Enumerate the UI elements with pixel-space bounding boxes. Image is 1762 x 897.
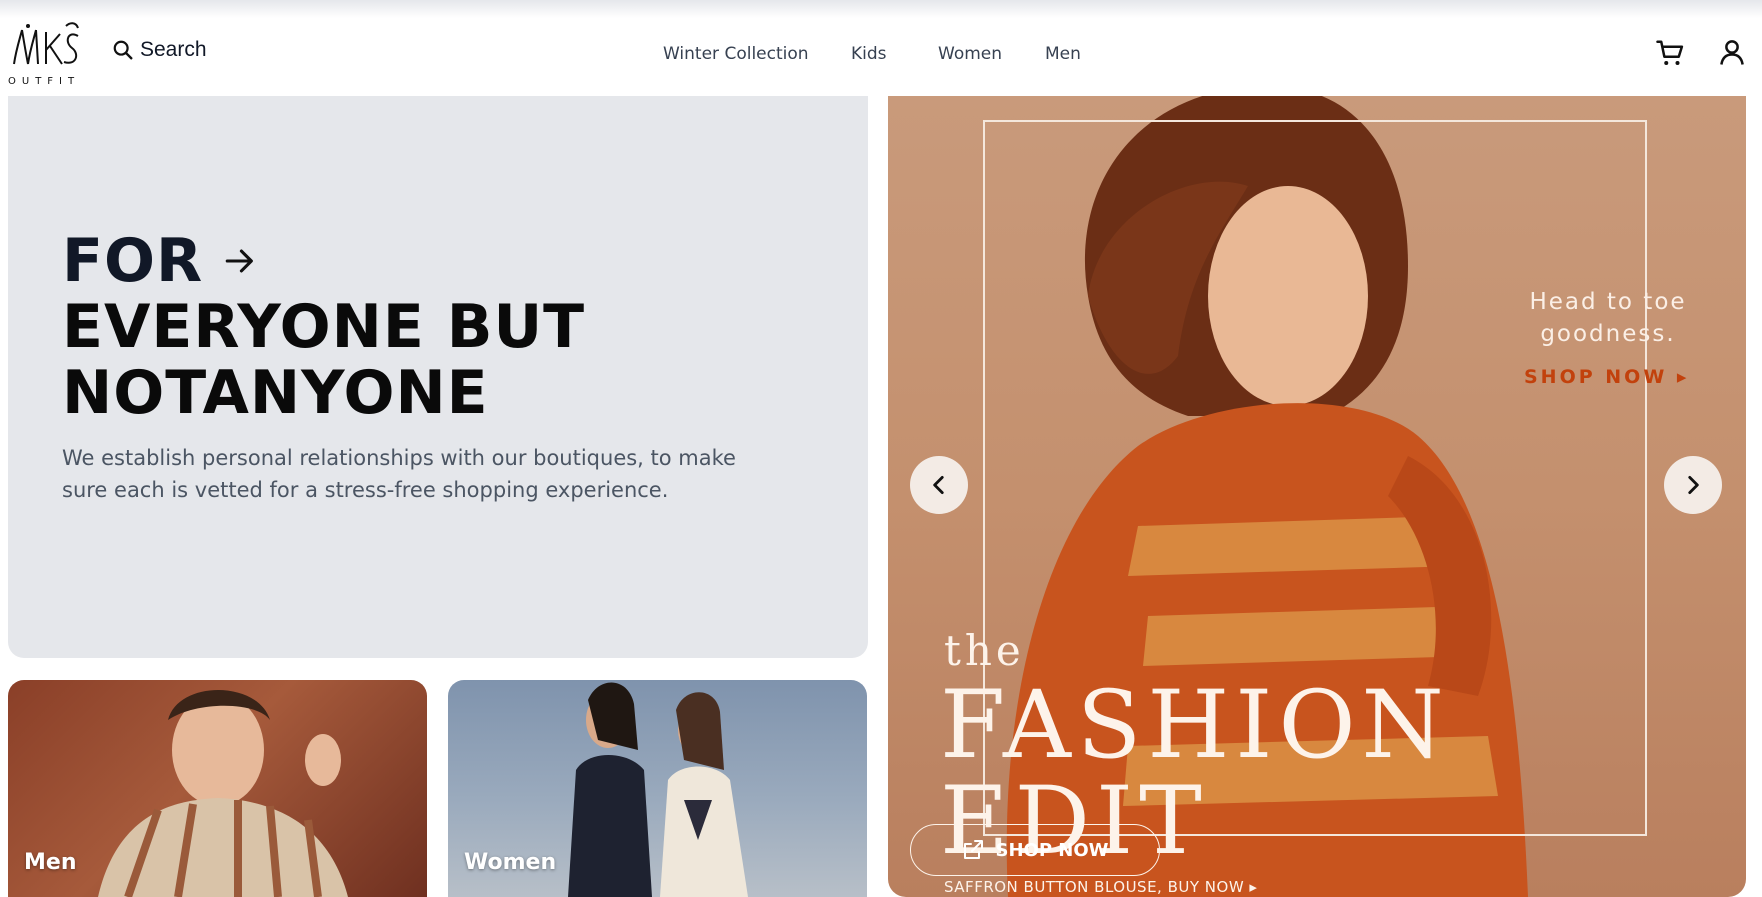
chevron-left-icon	[933, 476, 944, 494]
user-icon[interactable]	[1717, 37, 1747, 67]
card-label-men: Men	[24, 850, 77, 875]
carousel-next-button[interactable]	[1664, 456, 1722, 514]
card-label-women: Women	[464, 850, 557, 875]
site-header: OUTFIT Search Winter Collection Kids Wom…	[0, 18, 1762, 96]
nav-men[interactable]: Men	[1045, 44, 1081, 64]
cart-icon[interactable]	[1655, 38, 1685, 68]
nav-winter-collection[interactable]: Winter Collection	[663, 44, 809, 64]
chevron-right-icon	[1688, 476, 1699, 494]
promo-line-1: Head to toe	[1529, 289, 1687, 315]
hero-line-3: NOTANYONE	[62, 358, 489, 428]
carousel-prev-button[interactable]	[910, 456, 968, 514]
category-card-men[interactable]: Men	[8, 680, 427, 897]
promo-line-2: goodness.	[1540, 321, 1676, 347]
top-shade	[0, 0, 1762, 18]
hero-line-1: FOR	[62, 226, 204, 296]
logo-subtitle: OUTFIT	[8, 76, 81, 87]
shop-now-label: SHOP NOW	[995, 839, 1109, 861]
nav-kids[interactable]: Kids	[851, 44, 887, 64]
main-nav: Winter Collection Kids Women Men	[0, 44, 1762, 74]
arrow-right-icon	[225, 249, 254, 273]
external-link-icon	[964, 840, 984, 859]
banner-caption: SAFFRON BUTTON BLOUSE, BUY NOW ▸	[944, 878, 1258, 896]
promo-shop-now-link[interactable]: SHOP NOW ▸	[1524, 366, 1689, 388]
hero-heading: FOR EVERYONE BUT NOTANYONE	[62, 228, 585, 426]
banner-title-line-1: FASHION	[940, 671, 1450, 780]
promo-text: Head to toe goodness.	[1528, 286, 1688, 350]
hero-description: We establish personal relationships with…	[62, 446, 736, 502]
category-card-women[interactable]: Women	[448, 680, 867, 897]
hero-panel: FOR EVERYONE BUT NOTANYONE We establish …	[8, 96, 868, 658]
banner-the: the	[944, 626, 1025, 675]
hero-carousel: Head to toe goodness. SHOP NOW ▸ the FAS…	[888, 96, 1746, 897]
shop-now-button[interactable]: SHOP NOW	[910, 824, 1160, 876]
hero-line-2: EVERYONE BUT	[62, 292, 586, 362]
nav-women[interactable]: Women	[938, 44, 1002, 64]
